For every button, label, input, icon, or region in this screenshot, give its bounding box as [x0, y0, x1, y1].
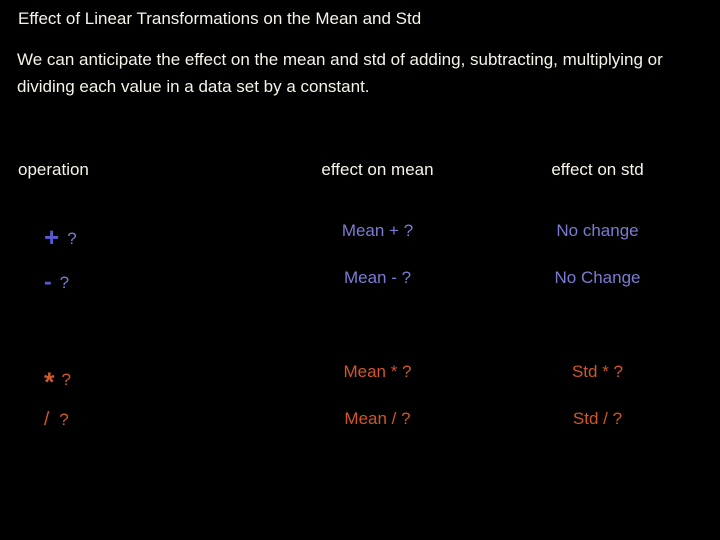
slide-canvas: Effect of Linear Transformations on the … [0, 0, 720, 540]
minus-icon: - [44, 268, 52, 294]
effect-on-std-cell-divide: Std / ? [495, 410, 700, 427]
operation-constant-add: ? [67, 229, 77, 248]
effect-on-mean-cell-divide: Mean / ? [270, 410, 485, 427]
table-spacer-row [0, 316, 720, 363]
operation-cell-divide: / ? [18, 410, 294, 429]
column-header-operation: operation [18, 160, 268, 180]
effect-on-mean-value-multiply: Mean * ? [343, 362, 412, 381]
effect-on-std-cell-subtract: No Change [495, 269, 700, 286]
effect-on-mean-cell-subtract: Mean - ? [270, 269, 485, 286]
column-header-effect-on-mean-label: effect on mean [321, 160, 434, 179]
operation-cell-subtract: - ? [18, 268, 294, 294]
effect-on-std-cell-add: No change [495, 222, 700, 239]
plus-icon: + [44, 222, 60, 252]
table-row: - ? Mean - ? No Change [0, 269, 720, 316]
effect-on-std-value-subtract: No Change [554, 268, 641, 287]
operation-cell-add: + ? [18, 222, 294, 252]
effect-on-mean-value-subtract: Mean - ? [343, 268, 412, 287]
asterisk-icon: * [44, 367, 55, 397]
slash-icon: / [44, 409, 50, 430]
column-header-effect-on-std-label: effect on std [551, 160, 644, 179]
column-header-effect-on-std: effect on std [495, 160, 700, 180]
effect-on-std-value-multiply: Std * ? [571, 362, 624, 381]
operation-constant-divide: ? [59, 410, 69, 429]
column-header-effect-on-mean: effect on mean [270, 160, 485, 180]
table-row: / ? Mean / ? Std / ? [0, 410, 720, 457]
table-row: * ? Mean * ? Std * ? [0, 363, 720, 410]
page-title: Effect of Linear Transformations on the … [18, 9, 422, 28]
effect-on-mean-value-divide: Mean / ? [344, 409, 411, 428]
effect-on-std-cell-multiply: Std * ? [495, 363, 700, 380]
body-paragraph: We can anticipate the effect on the mean… [17, 50, 663, 96]
column-header-operation-label: operation [18, 160, 89, 179]
effect-on-mean-cell-add: Mean + ? [270, 222, 485, 239]
operation-cell-multiply: * ? [18, 363, 294, 396]
operation-constant-subtract: ? [59, 273, 70, 292]
table-row: + ? Mean + ? No change [0, 222, 720, 269]
effect-on-mean-cell-multiply: Mean * ? [270, 363, 485, 380]
effect-on-std-value-divide: Std / ? [572, 409, 623, 428]
table-header-row: operation effect on mean effect on std [0, 160, 720, 222]
transformations-table: operation effect on mean effect on std +… [0, 160, 720, 457]
effect-on-std-value-add: No change [556, 221, 639, 240]
effect-on-mean-value-add: Mean + ? [341, 221, 414, 240]
operation-constant-multiply: ? [61, 370, 71, 389]
